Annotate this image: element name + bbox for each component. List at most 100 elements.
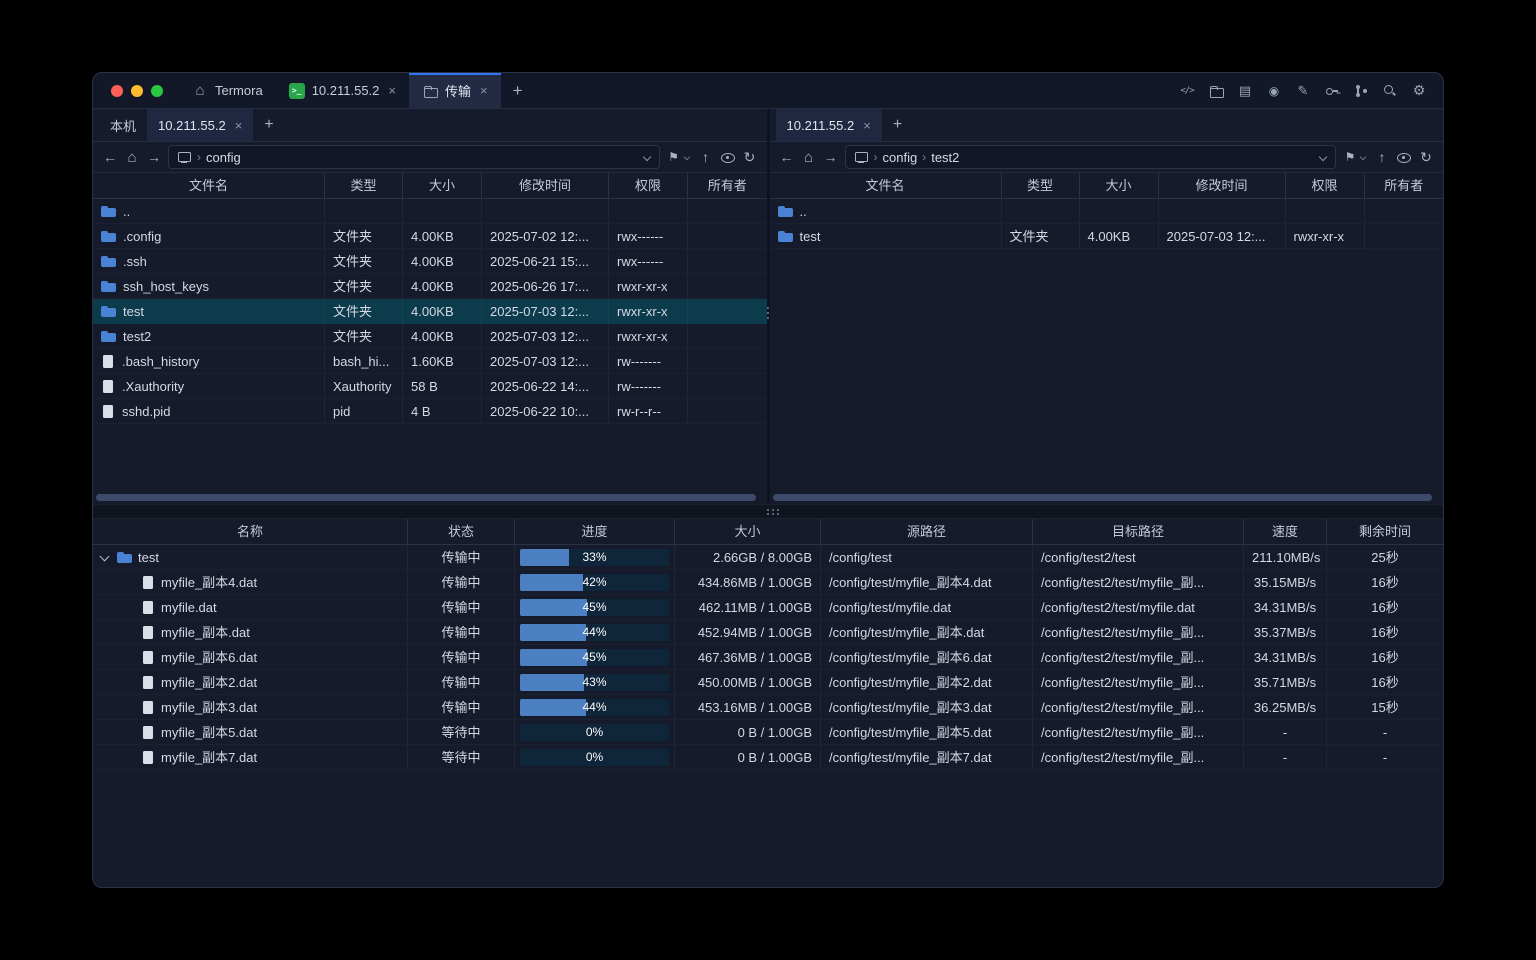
eye-icon[interactable] — [720, 149, 736, 165]
column-header[interactable]: 大小 — [1080, 173, 1159, 198]
back-icon[interactable] — [102, 149, 118, 165]
app-tab[interactable]: 10.211.55.2 × — [276, 73, 409, 108]
file-row[interactable]: sshd.pid pid 4 B 2025-06-22 10:... rw-r-… — [93, 399, 767, 424]
transfer-target-path: /config/test2/test — [1033, 545, 1244, 570]
transfer-row[interactable]: myfile_副本3.dat 传输中 44% 453.16MB / 1.00GB… — [93, 695, 1443, 720]
bookmark-button[interactable] — [1342, 149, 1368, 165]
app-tab[interactable]: Termora — [179, 73, 276, 108]
horizontal-splitter[interactable] — [93, 504, 1443, 519]
file-row[interactable]: .config 文件夹 4.00KB 2025-07-02 12:... rwx… — [93, 224, 767, 249]
home-icon[interactable] — [124, 149, 140, 165]
transfer-row[interactable]: myfile_副本5.dat 等待中 0% 0 B / 1.00GB /conf… — [93, 720, 1443, 745]
breadcrumb-segment[interactable]: config — [206, 150, 241, 165]
record-icon[interactable] — [1266, 83, 1282, 99]
chevron-down-icon[interactable] — [1318, 152, 1328, 162]
refresh-icon[interactable] — [1418, 149, 1434, 165]
column-header[interactable]: 大小 — [403, 173, 482, 198]
column-header[interactable]: 所有者 — [688, 173, 767, 198]
tab-close-icon[interactable]: × — [863, 118, 871, 133]
file-row[interactable]: .bash_history bash_hi... 1.60KB 2025-07-… — [93, 349, 767, 374]
column-header[interactable]: 剩余时间 — [1327, 519, 1443, 544]
close-button[interactable] — [111, 85, 123, 97]
new-tab-button[interactable]: + — [882, 109, 913, 141]
new-tab-button[interactable]: + — [253, 109, 284, 141]
horizontal-scrollbar[interactable] — [96, 494, 756, 501]
column-header[interactable]: 大小 — [675, 519, 821, 544]
code-icon[interactable] — [1179, 83, 1195, 99]
file-icon — [143, 626, 153, 639]
breadcrumb-segment[interactable]: test2 — [931, 150, 959, 165]
transfer-target-path: /config/test2/test/myfile_副... — [1033, 620, 1244, 645]
horizontal-scrollbar[interactable] — [773, 494, 1433, 501]
panel-tab[interactable]: 本机 — [99, 109, 147, 141]
log-icon[interactable] — [1237, 83, 1253, 99]
bookmark-button[interactable] — [666, 149, 692, 165]
new-window-tab-button[interactable]: + — [501, 73, 535, 108]
edit-icon[interactable] — [1295, 83, 1311, 99]
file-row[interactable]: test 文件夹 4.00KB 2025-07-03 12:... rwxr-x… — [93, 299, 767, 324]
column-header[interactable]: 权限 — [1286, 173, 1365, 198]
search-icon[interactable] — [1382, 83, 1398, 99]
tab-close-icon[interactable]: × — [388, 83, 396, 98]
path-bar[interactable]: › config — [168, 145, 660, 169]
path-bar[interactable]: › config › test2 — [845, 145, 1337, 169]
branch-icon[interactable] — [1353, 83, 1369, 99]
transfer-row[interactable]: myfile_副本2.dat 传输中 43% 450.00MB / 1.00GB… — [93, 670, 1443, 695]
file-row[interactable]: .. — [770, 199, 1444, 224]
zoom-button[interactable] — [151, 85, 163, 97]
breadcrumb-segment[interactable]: config — [883, 150, 918, 165]
column-header[interactable]: 源路径 — [821, 519, 1033, 544]
progress-percent: 45% — [520, 649, 669, 666]
forward-icon[interactable] — [823, 149, 839, 165]
column-header[interactable]: 状态 — [408, 519, 515, 544]
file-row[interactable]: .ssh 文件夹 4.00KB 2025-06-21 15:... rwx---… — [93, 249, 767, 274]
column-header[interactable]: 文件名 — [770, 173, 1002, 198]
panel-tab[interactable]: 10.211.55.2 × — [776, 109, 882, 141]
column-header[interactable]: 进度 — [515, 519, 675, 544]
home-icon[interactable] — [801, 149, 817, 165]
file-row[interactable]: test 文件夹 4.00KB 2025-07-03 12:... rwxr-x… — [770, 224, 1444, 249]
tab-close-icon[interactable]: × — [235, 118, 243, 133]
column-header[interactable]: 权限 — [609, 173, 688, 198]
app-tab[interactable]: 传输 × — [409, 73, 501, 108]
forward-icon[interactable] — [146, 149, 162, 165]
transfer-row[interactable]: myfile_副本6.dat 传输中 45% 467.36MB / 1.00GB… — [93, 645, 1443, 670]
column-header[interactable]: 名称 — [93, 519, 408, 544]
refresh-icon[interactable] — [742, 149, 758, 165]
minimize-button[interactable] — [131, 85, 143, 97]
back-icon[interactable] — [779, 149, 795, 165]
gear-icon[interactable] — [1411, 83, 1427, 99]
folder-icon[interactable] — [1208, 83, 1224, 99]
splitter-grip[interactable] — [767, 509, 769, 511]
expand-chevron-icon[interactable] — [98, 551, 111, 564]
nav-toolbar: › config — [93, 142, 767, 172]
progress-bar: 44% — [520, 699, 669, 716]
file-row[interactable]: test2 文件夹 4.00KB 2025-07-03 12:... rwxr-… — [93, 324, 767, 349]
column-header[interactable]: 目标路径 — [1033, 519, 1244, 544]
column-header[interactable]: 修改时间 — [1159, 173, 1286, 198]
up-icon[interactable] — [698, 149, 714, 165]
column-header[interactable]: 修改时间 — [482, 173, 609, 198]
transfer-remaining: 16秒 — [1327, 620, 1443, 645]
transfer-row[interactable]: myfile_副本7.dat 等待中 0% 0 B / 1.00GB /conf… — [93, 745, 1443, 770]
column-header[interactable]: 所有者 — [1365, 173, 1444, 198]
column-header[interactable]: 类型 — [325, 173, 403, 198]
transfer-speed: 211.10MB/s — [1244, 545, 1327, 570]
chevron-down-icon[interactable] — [642, 152, 652, 162]
transfer-row[interactable]: myfile_副本.dat 传输中 44% 452.94MB / 1.00GB … — [93, 620, 1443, 645]
file-row[interactable]: .Xauthority Xauthority 58 B 2025-06-22 1… — [93, 374, 767, 399]
key-icon[interactable] — [1324, 83, 1340, 99]
transfer-panel: 名称状态进度大小源路径目标路径速度剩余时间 test 传输中 33% — [93, 519, 1443, 887]
eye-icon[interactable] — [1396, 149, 1412, 165]
transfer-row[interactable]: test 传输中 33% 2.66GB / 8.00GB /config/tes… — [93, 545, 1443, 570]
column-header[interactable]: 类型 — [1002, 173, 1080, 198]
file-row[interactable]: .. — [93, 199, 767, 224]
up-icon[interactable] — [1374, 149, 1390, 165]
column-header[interactable]: 文件名 — [93, 173, 325, 198]
transfer-row[interactable]: myfile_副本4.dat 传输中 42% 434.86MB / 1.00GB… — [93, 570, 1443, 595]
panel-tab[interactable]: 10.211.55.2 × — [147, 109, 253, 141]
tab-close-icon[interactable]: × — [480, 83, 488, 98]
column-header[interactable]: 速度 — [1244, 519, 1327, 544]
file-row[interactable]: ssh_host_keys 文件夹 4.00KB 2025-06-26 17:.… — [93, 274, 767, 299]
transfer-row[interactable]: myfile.dat 传输中 45% 462.11MB / 1.00GB /co… — [93, 595, 1443, 620]
